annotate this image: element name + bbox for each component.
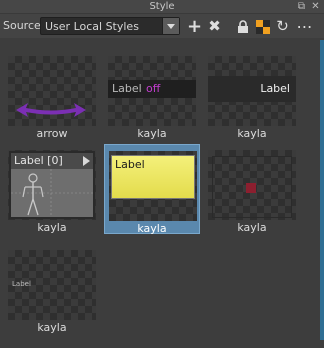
style-name: kayla (137, 222, 167, 235)
swatch-button[interactable] (254, 18, 271, 35)
style-tile-arrow[interactable]: arrow (4, 50, 100, 140)
panel-title: Style (149, 1, 175, 12)
chevron-down-icon[interactable] (162, 18, 179, 34)
lock-icon (237, 20, 248, 33)
scrollbar[interactable] (320, 40, 324, 340)
target-square-icon (246, 183, 256, 193)
style-name: kayla (237, 127, 267, 140)
style-tile-kayla[interactable]: Label [0] kayla (4, 144, 100, 234)
style-preview: Label [0] (8, 150, 96, 220)
style-tile-kayla[interactable]: Label kayla (204, 50, 300, 140)
preview-label-text: Label (112, 82, 142, 95)
lock-button[interactable] (234, 18, 251, 35)
delete-style-button[interactable]: ✖ (206, 18, 223, 35)
style-preview: Label off (108, 56, 196, 126)
more-button[interactable]: ⋯ (296, 18, 313, 35)
refresh-icon: ↻ (276, 17, 289, 35)
more-icon: ⋯ (296, 17, 313, 36)
source-dropdown-value: User Local Styles (45, 20, 139, 33)
style-name: kayla (137, 127, 167, 140)
preview-label-text: Label (12, 280, 31, 288)
frame-preview: Label [0] (9, 151, 95, 219)
play-icon (83, 156, 90, 166)
label-preview: Label (208, 76, 296, 102)
style-preview (208, 150, 296, 220)
title-bar: Style ⧉ ✕ (0, 0, 324, 14)
double-arrow-icon (16, 103, 86, 117)
frame-header: Label [0] (11, 153, 93, 169)
source-label: Source (3, 19, 41, 32)
style-tile-kayla[interactable]: Label kayla (4, 244, 100, 334)
style-tile-kayla[interactable]: Label off kayla (104, 50, 200, 140)
preview-label-text: Label (260, 82, 290, 95)
style-preview: Label (109, 151, 197, 221)
style-preview: Label (208, 56, 296, 126)
add-style-button[interactable]: + (186, 16, 203, 37)
yellow-label-preview: Label (111, 155, 195, 199)
plus-icon: + (186, 16, 203, 37)
style-preview (8, 56, 96, 126)
style-name: kayla (237, 221, 267, 234)
style-tile-kayla[interactable]: kayla (204, 144, 300, 234)
toolbar: Source User Local Styles + ✖ ↻ ⋯ (0, 14, 324, 38)
label-preview: Label off (108, 80, 196, 98)
style-name: kayla (37, 321, 67, 334)
source-dropdown[interactable]: User Local Styles (40, 17, 180, 35)
preview-label-text: Label [0] (14, 154, 63, 167)
character-figure-icon (11, 169, 93, 217)
swatch-icon (255, 20, 270, 34)
style-name: kayla (37, 221, 67, 234)
style-name: arrow (36, 127, 68, 140)
preview-label-text: Label (115, 158, 145, 171)
preview-value-text: off (146, 82, 161, 95)
viewport-preview (11, 169, 93, 217)
style-preview: Label (8, 250, 96, 320)
float-panel-button[interactable]: ⧉ (296, 1, 307, 12)
refresh-button[interactable]: ↻ (274, 18, 291, 35)
close-panel-button[interactable]: ✕ (310, 1, 321, 12)
style-panel: Style ⧉ ✕ Source User Local Styles + ✖ ↻… (0, 0, 324, 348)
style-tile-kayla-selected[interactable]: Label kayla (104, 144, 200, 235)
delete-icon: ✖ (208, 17, 221, 35)
